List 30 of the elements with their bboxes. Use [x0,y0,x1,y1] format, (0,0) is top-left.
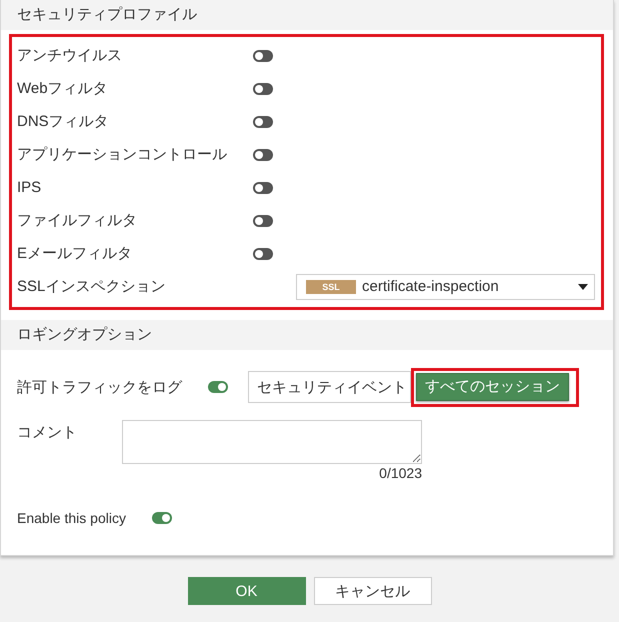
field-label: コメント [17,423,78,443]
toggle-switch[interactable] [253,82,273,94]
ok-button[interactable]: OK [188,577,306,605]
toggle-switch[interactable] [253,248,273,260]
toggle-switch[interactable] [253,50,273,62]
field-label: アンチウイルス [17,46,123,65]
toggle-switch[interactable] [152,512,172,524]
caret-icon [578,284,588,290]
field-label: IPS [17,179,42,196]
toggle-switch[interactable] [253,214,273,226]
toggle-switch[interactable] [253,148,273,160]
comment-field[interactable] [122,420,422,464]
cancel-button[interactable]: キャンセル [314,577,432,605]
toggle-switch[interactable] [208,381,228,393]
ssl-profile-dropdown[interactable]: SSL certificate-inspection [296,274,595,300]
field-label: SSLインスペクション [17,277,166,296]
field-label: Eメールフィルタ [17,244,134,263]
segment-option[interactable]: セキュリティイベント [248,371,411,403]
field-label: ファイルフィルタ [17,211,138,230]
field-label: 許可トラフィックをログ [17,378,182,396]
section-title: セキュリティプロファイル [17,5,197,25]
section-title: ロギングオプション [17,325,152,345]
toggle-switch[interactable] [253,116,273,128]
field-label: Webフィルタ [17,79,109,98]
character-counter: 0/1023 [379,465,422,481]
segment-option[interactable]: すべてのセッション [416,372,569,400]
toggle-switch[interactable] [253,182,273,194]
field-label: アプリケーションコントロール [17,145,228,164]
field-label: DNSフィルタ [17,112,110,131]
field-label: Enable this policy [17,510,126,526]
